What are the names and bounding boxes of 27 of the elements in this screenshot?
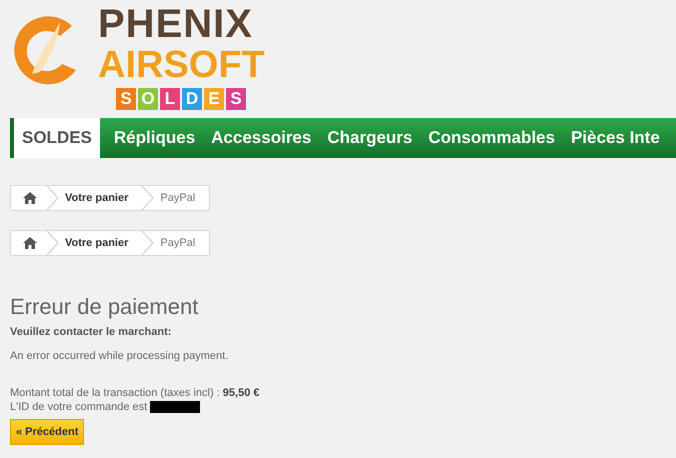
logo-tag: E: [204, 88, 224, 110]
menu-item[interactable]: Chargeurs: [319, 118, 420, 158]
logo-text: PHENIX: [98, 4, 254, 44]
total-amount: Montant total de la transaction (taxes incl) : 95,50 €: [10, 387, 260, 399]
order-id-label: L'ID de votre commande est: [10, 401, 148, 413]
menu-item[interactable]: SOLDES: [14, 118, 100, 158]
home-icon[interactable]: [23, 192, 37, 204]
logo-tag: O: [138, 88, 158, 110]
logo-tag: L: [160, 88, 180, 110]
logo-tag: S: [116, 88, 136, 110]
breadcrumb-link[interactable]: Votre panier: [59, 192, 142, 204]
menu-item[interactable]: Accessoires: [203, 118, 320, 158]
error-message: An error occurred while processing payment.: [10, 350, 230, 362]
current-page-label: PayPal: [159, 237, 196, 249]
menu-item[interactable]: Pièces Inte: [562, 118, 668, 158]
back-button[interactable]: « Précédent: [10, 419, 84, 445]
menu-item[interactable]: Consommables: [420, 118, 563, 158]
logo-tag: D: [182, 88, 202, 110]
redaction-bar: [150, 401, 200, 413]
logo-tag: S: [226, 88, 246, 110]
subtitle: Veuillez contacter le marchant:: [10, 326, 172, 338]
logo-text: AIRSOFT: [98, 46, 265, 84]
current-page-label: PayPal: [159, 192, 196, 204]
menu-item[interactable]: Répliques: [106, 118, 204, 158]
page-title: Erreur de paiement: [10, 294, 200, 320]
breadcrumb-link[interactable]: Votre panier: [59, 237, 142, 249]
home-icon[interactable]: [23, 237, 37, 249]
